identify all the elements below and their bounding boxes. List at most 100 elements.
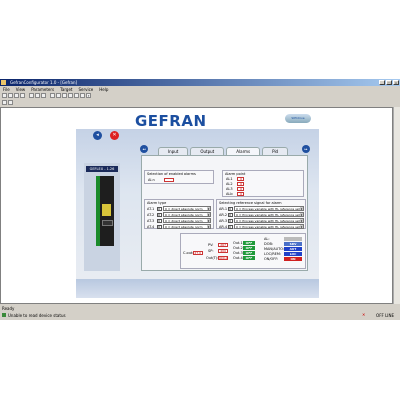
tab-alarms[interactable]: Alarms: [226, 147, 261, 155]
write-icon[interactable]: [62, 93, 67, 98]
monitor-group: PV: 267 SP: 400 C.out: 27.0 Out(T): 900.…: [180, 233, 306, 269]
vertical-scrollbar[interactable]: [393, 107, 400, 304]
reference-input[interactable]: 0: [228, 219, 233, 223]
next-page-button[interactable]: ▸▸: [302, 145, 310, 153]
status-icon: [2, 313, 6, 317]
read-icon[interactable]: [56, 93, 61, 98]
pv-label: PV:: [208, 243, 214, 247]
on-off-indicator: ON: [284, 257, 302, 261]
paste-icon[interactable]: [41, 93, 46, 98]
alarm-point-label: AL2: [226, 182, 233, 186]
enabled-alarms-input[interactable]: [164, 178, 174, 182]
alarm-type-input[interactable]: 0: [157, 219, 162, 223]
tab-strip: Input Output Alarms Pid: [158, 147, 290, 155]
device-panel: GEFLEX - 1.26: [84, 163, 120, 271]
grid-icon[interactable]: [74, 93, 79, 98]
cut-icon[interactable]: [29, 93, 34, 98]
panel-footer: [76, 279, 319, 298]
reference-label: AR.1: [219, 207, 228, 211]
alarm-point-input[interactable]: 0: [237, 192, 244, 196]
alarm-type-input[interactable]: 0: [157, 225, 162, 229]
alarm-point-input[interactable]: 0: [237, 182, 244, 186]
alarm-type-select[interactable]: 0 = direct absolute norm: [163, 218, 211, 223]
alarm-type-label: AT.4: [147, 225, 155, 229]
save-icon[interactable]: [14, 93, 19, 98]
app-icon: [1, 80, 6, 85]
alarm-type-input[interactable]: 0: [157, 213, 162, 217]
enabled-alarms-group: Selection of enabled alarms AI.n: [144, 170, 214, 184]
maximize-button[interactable]: □: [386, 80, 392, 85]
title-bar[interactable]: GefranConfigurator 1.0 - [Gefran] _ □ ×: [0, 79, 400, 86]
menu-help[interactable]: Help: [99, 87, 108, 92]
reference-select[interactable]: 0 = Process variable with HL reference s…: [234, 224, 304, 229]
out4-label: Out.4: [233, 256, 243, 260]
menu-target[interactable]: Target: [60, 87, 72, 92]
close-button[interactable]: ×: [393, 80, 399, 85]
connect-icon[interactable]: [50, 93, 55, 98]
enabled-alarms-title: Selection of enabled alarms: [147, 172, 196, 176]
menu-file[interactable]: File: [3, 87, 10, 92]
sp-value: 400: [218, 249, 228, 253]
new-file-icon[interactable]: [2, 93, 7, 98]
status-message: Unable to read device status: [8, 312, 66, 318]
reference-select[interactable]: 0 = Process variable with HL reference s…: [234, 218, 304, 223]
reference-label: AR.4: [219, 225, 228, 229]
alarm-type-label: AT.3: [147, 219, 155, 223]
device-stripe: [96, 176, 100, 246]
help-icon[interactable]: ?: [86, 93, 91, 98]
back-button[interactable]: ◂: [93, 131, 102, 140]
menu-parameters[interactable]: Parameters: [31, 87, 54, 92]
gefran-logo: GEFRAN: [135, 112, 207, 130]
alarm-point-input[interactable]: 0: [237, 177, 244, 181]
menu-view[interactable]: View: [16, 87, 26, 92]
alarm-type-select[interactable]: 0 = direct absolute norm: [163, 224, 211, 229]
settings-icon[interactable]: [80, 93, 85, 98]
enabled-alarms-label: AI.n: [148, 178, 155, 182]
alarm-type-label: AT.1: [147, 207, 155, 211]
reference-input[interactable]: 0: [228, 225, 233, 229]
close-panel-button[interactable]: ✕: [110, 131, 119, 140]
alarm-type-select[interactable]: 0 = direct absolute norm: [163, 206, 211, 211]
status-bar: Unable to read device status OFF LINE ✕: [0, 311, 400, 319]
out1-led: OFF: [243, 241, 255, 245]
device-connector: [102, 220, 113, 226]
minimize-button[interactable]: _: [379, 80, 385, 85]
reference-input[interactable]: 0: [228, 207, 233, 211]
alarm-point-label: AL3: [226, 187, 233, 191]
offline-icon: ✕: [362, 312, 366, 317]
alarm-point-input[interactable]: 0: [237, 187, 244, 191]
out1-label: Out.1: [233, 241, 243, 245]
out2-led: OFF: [243, 246, 255, 250]
alarm-point-label: AL1: [226, 177, 233, 181]
tab-input[interactable]: Input: [158, 147, 189, 155]
edit-icon[interactable]: [2, 100, 7, 105]
alarm-type-label: AT.2: [147, 213, 155, 217]
compare-icon[interactable]: [68, 93, 73, 98]
prev-page-button[interactable]: ◂◂: [140, 145, 148, 153]
man-auto-label: MAN/AUTO:: [264, 247, 285, 251]
alarm-type-select[interactable]: 0 = direct absolute norm: [163, 212, 211, 217]
device-image: [96, 176, 114, 246]
alarm-point-label: ALb: [226, 192, 233, 196]
view-icon[interactable]: [8, 100, 13, 105]
sp-label: SP:: [208, 249, 214, 253]
reference-select[interactable]: 0 = Process variable with HL reference s…: [234, 212, 304, 217]
reference-input[interactable]: 0: [228, 213, 233, 217]
alarm-type-input[interactable]: 0: [157, 207, 162, 211]
copy-icon[interactable]: [35, 93, 40, 98]
al-label: AL:: [264, 237, 270, 241]
tab-pid[interactable]: Pid: [262, 147, 289, 155]
panel-header: GEFRAN SIEIdrive: [76, 109, 319, 130]
toolbar-separator: [26, 93, 28, 98]
cout-value: 27.0: [193, 251, 203, 255]
reference-select[interactable]: 0 = Process variable with HL reference s…: [234, 206, 304, 211]
out-t-label: Out(T):: [206, 256, 219, 260]
device-display: [102, 204, 111, 216]
reference-label: AR.2: [219, 213, 228, 217]
menu-service[interactable]: Service: [78, 87, 93, 92]
toolbar: ?: [0, 92, 400, 99]
tab-output[interactable]: Output: [190, 147, 225, 155]
open-folder-icon[interactable]: [8, 93, 13, 98]
loc-rem-indicator: LOC: [284, 252, 302, 256]
print-icon[interactable]: [20, 93, 25, 98]
